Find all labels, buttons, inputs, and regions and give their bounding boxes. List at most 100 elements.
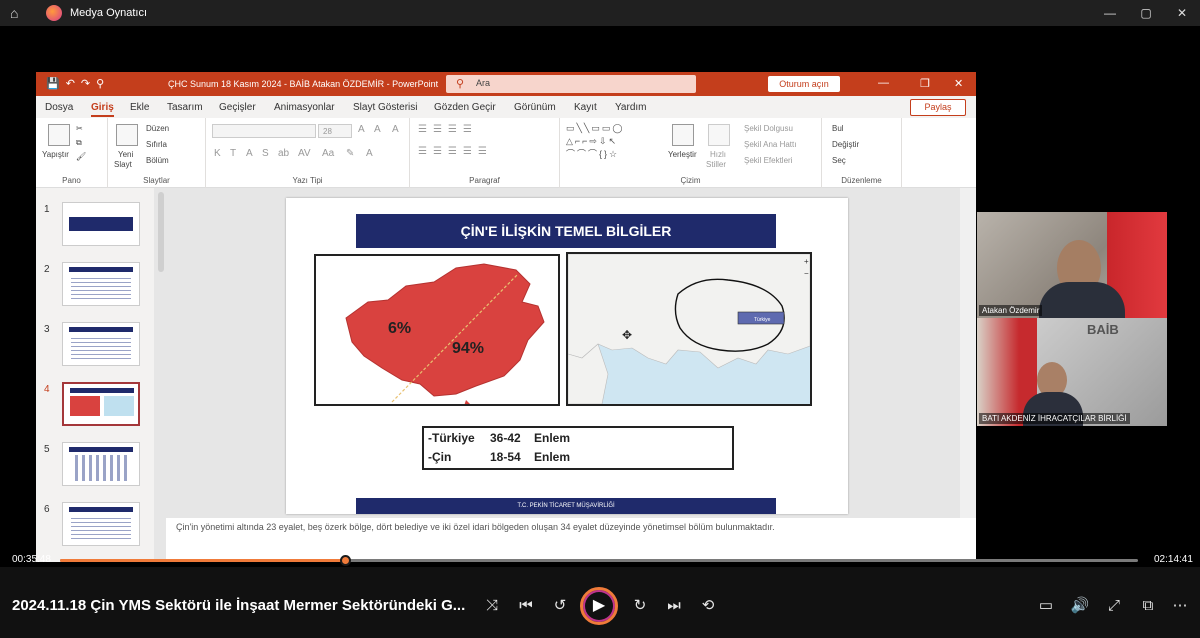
list-icons[interactable]: ☰☰☰☰ bbox=[418, 124, 478, 135]
lat-unit: Enlem bbox=[534, 431, 571, 445]
ppt-minimize-icon[interactable]: — bbox=[878, 77, 889, 89]
miniplayer-icon[interactable]: ⧉ bbox=[1136, 594, 1160, 618]
clipboard-icon[interactable] bbox=[48, 124, 70, 146]
ppt-restore-icon[interactable]: ❐ bbox=[920, 77, 930, 90]
replace-button[interactable]: Değiştir bbox=[832, 140, 859, 149]
video-title: 2024.11.18 Çin YMS Sektörü ile İnşaat Me… bbox=[12, 597, 466, 614]
forward-30-icon[interactable]: ↻ bbox=[628, 594, 652, 618]
tab-giris[interactable]: Giriş bbox=[91, 102, 114, 117]
ppt-search-input[interactable]: ⚲ Ara bbox=[446, 75, 696, 93]
new-slide-label-1[interactable]: Yeni bbox=[118, 150, 133, 159]
find-button[interactable]: Bul bbox=[832, 124, 844, 133]
select-button[interactable]: Seç bbox=[832, 156, 846, 165]
tab-animasyonlar[interactable]: Animasyonlar bbox=[274, 102, 335, 113]
section-button[interactable]: Bölüm bbox=[146, 156, 169, 165]
seek-bar[interactable]: 00:35:48 02:14:41 bbox=[0, 553, 1200, 567]
world-map-comparison: Türkiye + − ✥ bbox=[566, 252, 812, 406]
change-case-icon[interactable]: Aa bbox=[322, 148, 334, 159]
arrange-icon[interactable] bbox=[672, 124, 694, 146]
signin-button[interactable]: Oturum açın bbox=[768, 76, 840, 92]
share-button[interactable]: Paylaş bbox=[910, 99, 966, 116]
subtitles-icon[interactable]: ▭ bbox=[1034, 594, 1058, 618]
copy-icon[interactable]: ⧉ bbox=[76, 138, 82, 148]
group-slaytlar: Yeni Slayt Düzen Sıfırla Bölüm Slaytlar bbox=[108, 118, 206, 188]
shapes-gallery-icon[interactable]: ▭╲╲▭▭◯ △⌐⌐⇨⇩↖ ⌒⌒⌒{}☆ bbox=[566, 122, 662, 161]
shape-effects-button[interactable]: Şekil Efektleri bbox=[744, 156, 792, 165]
shuffle-icon[interactable]: ⤨ bbox=[480, 594, 504, 618]
play-button[interactable]: ▶ bbox=[580, 587, 618, 625]
arrange-label[interactable]: Yerleştir bbox=[668, 150, 697, 159]
reset-button[interactable]: Sıfırla bbox=[146, 140, 167, 149]
participant-name-1: Atakan Özdemir bbox=[979, 305, 1043, 316]
shrink-font-icon[interactable]: A bbox=[374, 124, 381, 135]
shape-fill-button[interactable]: Şekil Dolgusu bbox=[744, 124, 793, 133]
new-slide-label-2[interactable]: Slayt bbox=[114, 160, 132, 169]
maximize-button[interactable]: ▢ bbox=[1136, 4, 1156, 22]
thumbnail-slide-5[interactable]: 5 bbox=[36, 442, 154, 498]
thumbnail-slide-2[interactable]: 2 bbox=[36, 262, 154, 318]
font-size-input[interactable]: 28 bbox=[318, 124, 352, 138]
layout-button[interactable]: Düzen bbox=[146, 124, 169, 133]
underline-icon[interactable]: A bbox=[246, 148, 253, 159]
quick-styles-label-1[interactable]: Hızlı bbox=[710, 150, 726, 159]
shadow-icon[interactable]: S bbox=[262, 148, 269, 159]
cut-icon[interactable]: ✂ bbox=[76, 124, 83, 133]
italic-icon[interactable]: T bbox=[230, 148, 236, 159]
latitude-comparison-box: -Türkiye 36-42 Enlem -Çin 18-54 Enlem bbox=[422, 426, 734, 470]
new-slide-icon[interactable] bbox=[116, 124, 138, 146]
tab-gecisler[interactable]: Geçişler bbox=[219, 102, 256, 113]
highlight-icon[interactable]: ✎ bbox=[346, 148, 354, 159]
thumb-image bbox=[62, 322, 140, 366]
tab-ekle[interactable]: Ekle bbox=[130, 102, 149, 113]
home-icon[interactable]: ⌂ bbox=[10, 5, 26, 21]
group-paragraf: ☰☰☰☰ ☰☰☰☰☰ Paragraf bbox=[410, 118, 560, 188]
font-color-icon[interactable]: A bbox=[366, 148, 373, 159]
quick-styles-icon[interactable] bbox=[708, 124, 730, 146]
fullscreen-icon[interactable]: ⤢ bbox=[1102, 594, 1126, 618]
ppt-close-icon[interactable]: ✕ bbox=[954, 77, 963, 90]
baib-logo: BAİB bbox=[1087, 322, 1119, 337]
thumbnail-scrollbar[interactable] bbox=[158, 192, 164, 272]
tab-tasarim[interactable]: Tasarım bbox=[167, 102, 203, 113]
participant-video-2[interactable]: BAİB BATI AKDENİZ İHRACATÇILAR BİRLİĞİ bbox=[977, 318, 1167, 426]
zoom-out-icon[interactable]: − bbox=[804, 269, 809, 278]
shape-outline-button[interactable]: Şekil Ana Hattı bbox=[744, 140, 796, 149]
volume-icon[interactable]: 🔊 bbox=[1068, 594, 1092, 618]
tab-yardim[interactable]: Yardım bbox=[615, 102, 647, 113]
thumbnail-slide-6[interactable]: 6 bbox=[36, 502, 154, 558]
slide-canvas[interactable]: ÇİN'E İLİŞKİN TEMEL BİLGİLER 6% 94% Türk… bbox=[286, 198, 848, 514]
clear-format-icon[interactable]: A bbox=[392, 124, 399, 135]
tab-gozden-gecir[interactable]: Gözden Geçir bbox=[434, 102, 496, 113]
strikethrough-icon[interactable]: ab bbox=[278, 148, 289, 159]
participant-video-1[interactable]: Atakan Özdemir bbox=[977, 212, 1167, 318]
quick-styles-label-2[interactable]: Stiller bbox=[706, 160, 726, 169]
tab-dosya[interactable]: Dosya bbox=[45, 102, 73, 113]
zoom-in-icon[interactable]: + bbox=[804, 257, 809, 266]
thumbnail-slide-4[interactable]: 4 bbox=[36, 382, 154, 438]
next-icon[interactable]: ⏭ bbox=[662, 594, 686, 618]
slide-scrollbar[interactable] bbox=[960, 188, 976, 518]
align-icons[interactable]: ☰☰☰☰☰ bbox=[418, 146, 493, 157]
latitude-row-turkiye: -Türkiye 36-42 Enlem bbox=[428, 431, 732, 450]
thumbnail-slide-1[interactable]: 1 bbox=[36, 202, 154, 258]
seek-handle[interactable] bbox=[340, 555, 351, 566]
bold-icon[interactable]: K bbox=[214, 148, 221, 159]
quick-access-icons: 💾↶↷⚲ bbox=[46, 78, 111, 90]
repeat-off-icon[interactable]: ⟲ bbox=[696, 594, 720, 618]
tab-slayt-gosterisi[interactable]: Slayt Gösterisi bbox=[353, 102, 417, 113]
close-button[interactable]: ✕ bbox=[1172, 4, 1192, 22]
thumb-number: 6 bbox=[44, 504, 50, 515]
thumbnail-slide-3[interactable]: 3 bbox=[36, 322, 154, 378]
minimize-button[interactable]: — bbox=[1100, 4, 1120, 22]
group-duzenleme: Bul Değiştir Seç Düzenleme bbox=[822, 118, 902, 188]
previous-icon[interactable]: ⏮ bbox=[514, 594, 538, 618]
more-options-icon[interactable]: ⋯ bbox=[1168, 594, 1192, 618]
format-painter-icon[interactable]: 🖌 bbox=[76, 152, 86, 161]
rewind-10-icon[interactable]: ↺ bbox=[548, 594, 572, 618]
tab-gorunum[interactable]: Görünüm bbox=[514, 102, 556, 113]
char-spacing-icon[interactable]: AV bbox=[298, 148, 311, 159]
grow-font-icon[interactable]: A bbox=[358, 124, 365, 135]
font-family-input[interactable] bbox=[212, 124, 316, 138]
paste-label[interactable]: Yapıştır bbox=[42, 150, 69, 159]
tab-kayit[interactable]: Kayıt bbox=[574, 102, 597, 113]
